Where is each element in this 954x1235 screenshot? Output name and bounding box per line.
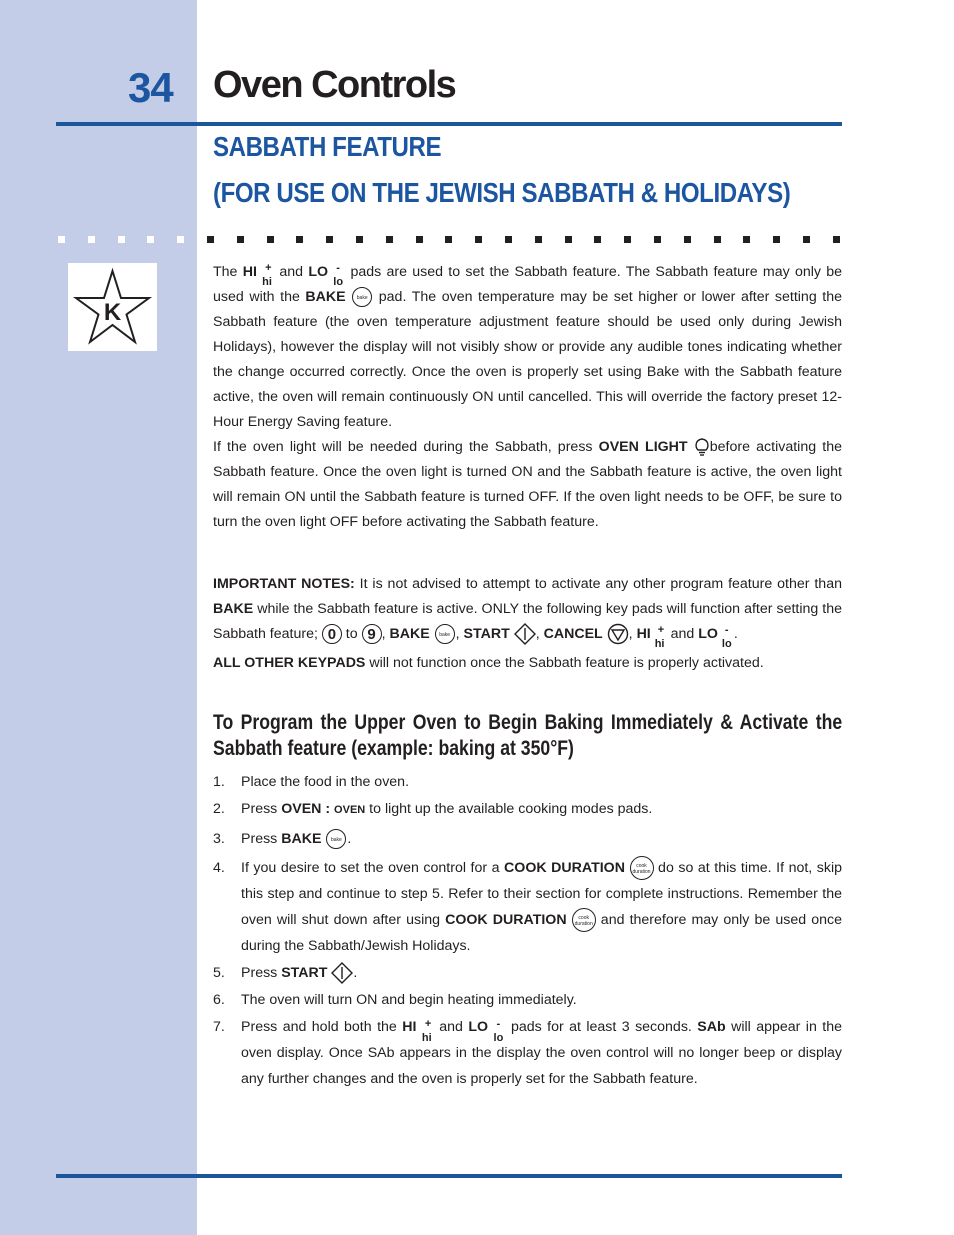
step-1: 1. Place the food in the oven.: [213, 774, 410, 790]
divider-dot: [415, 236, 423, 243]
divider-dot: [296, 236, 304, 243]
step-6: 6. The oven will turn ON and begin heatin…: [213, 992, 577, 1008]
divider-dot: [326, 236, 334, 243]
bake-pad-icon: bake: [434, 624, 455, 645]
divider-dot: [773, 236, 781, 243]
divider-dot: [564, 236, 572, 243]
bake-pad-icon: bake: [352, 287, 373, 308]
divider-dot: [266, 236, 274, 243]
divider-dot: [594, 236, 602, 243]
divider-dot: [385, 236, 393, 243]
divider-dot: [58, 236, 65, 243]
page-sidebar-band: [0, 0, 197, 1235]
intro-text: The HI + hi and LO - lo pads are used to s…: [213, 262, 842, 530]
divider-dot: [624, 236, 632, 243]
lo-key-icon: - lo: [493, 1018, 504, 1045]
divider-dot: [832, 236, 840, 243]
start-diamond-icon: [331, 962, 354, 985]
page-title: Oven Controls: [213, 64, 457, 106]
divider-dot: [445, 236, 453, 243]
section-title: SABBATH FEATURE: [213, 131, 442, 162]
divider-dot: [743, 236, 751, 243]
divider-dot: [177, 236, 185, 243]
divider-dot: [117, 236, 125, 243]
hi-key-icon: + hi: [421, 1018, 432, 1045]
lo-key-icon: - lo: [333, 262, 344, 289]
dotted-divider: [58, 236, 848, 244]
cook-duration-pad-icon: cook duration: [629, 856, 654, 881]
svg-text:K: K: [104, 299, 122, 326]
procedure-heading: To Program the Upper Oven to Begin Bakin…: [213, 711, 843, 760]
divider-dot: [654, 236, 661, 243]
cook-duration-pad-icon: cook duration: [571, 908, 596, 933]
step-7: 7. Press and hold both the HI + hi and LO …: [213, 1018, 842, 1087]
key-9-icon: 9: [361, 624, 382, 645]
divider-dot: [803, 236, 810, 243]
step-5: 5. Press START .: [213, 960, 842, 986]
divider-dot: [683, 236, 691, 243]
divider-dot: [207, 236, 214, 243]
page-number: 34: [128, 64, 174, 111]
oven-pad-icon: OVEN: [334, 804, 366, 816]
divider-dot: [713, 236, 721, 243]
divider-dot: [236, 236, 244, 243]
divider-dot: [356, 236, 363, 243]
key-0-icon: 0: [321, 624, 342, 645]
procedure-steps: 1. Place the food in the oven. 2. Press OV…: [213, 769, 842, 1093]
bake-pad-icon: bake: [326, 829, 347, 850]
divider-dot: [147, 236, 155, 243]
cancel-icon: [607, 624, 628, 645]
start-diamond-icon: [513, 623, 536, 646]
divider-dot: [534, 236, 542, 243]
lo-key-icon: - lo: [721, 624, 732, 651]
hi-key-icon: + hi: [654, 624, 665, 651]
divider-dot: [505, 236, 512, 243]
hi-key-icon: + hi: [262, 262, 272, 289]
oven-light-bulb-icon: [695, 438, 709, 456]
step-3: 3. Press BAKE bake.: [213, 826, 842, 852]
important-notes: IMPORTANT NOTES: It is not advised to at…: [213, 576, 842, 671]
kosher-star-k-icon: K: [68, 263, 157, 351]
step-2: 2. Press OVEN : OVEN to light up the avai…: [213, 801, 653, 817]
section-subtitle: (FOR USE ON THE JEWISH SABBATH & HOLIDAY…: [213, 177, 791, 208]
step-4: 4. If you desire to set the oven control …: [213, 855, 842, 959]
header-rule: [56, 122, 842, 126]
divider-dot: [475, 236, 483, 243]
divider-dot: [87, 236, 95, 243]
footer-rule: [56, 1174, 842, 1178]
